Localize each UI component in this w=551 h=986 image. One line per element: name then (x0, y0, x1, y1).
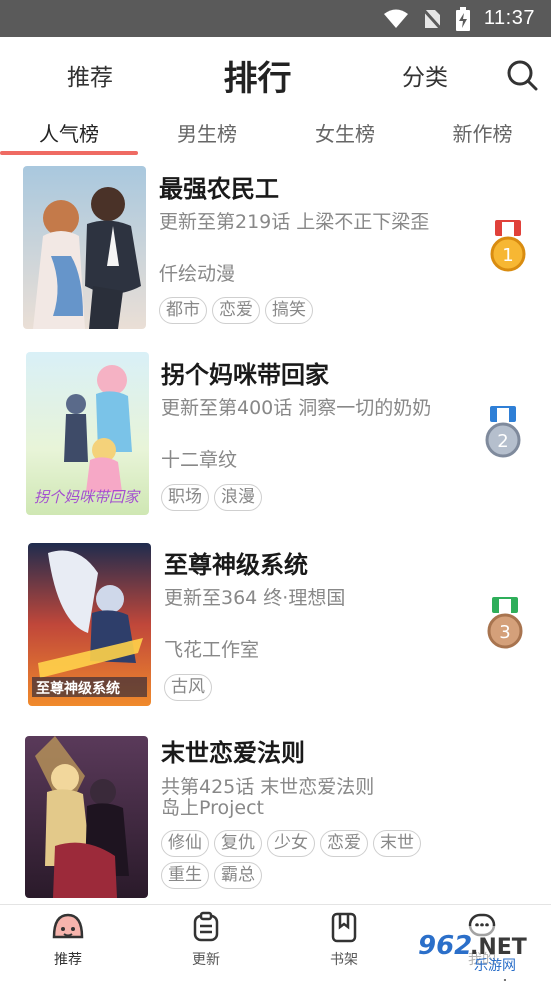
tag-list: 古风 (164, 674, 454, 701)
comic-cover[interactable]: 至尊神级系统 (28, 543, 151, 706)
nav-ranking[interactable]: 排行 (210, 37, 305, 113)
tab-new[interactable]: 新作榜 (414, 113, 551, 151)
svg-text:3: 3 (499, 622, 510, 643)
svg-text:1: 1 (502, 245, 513, 266)
tag[interactable]: 修仙 (161, 830, 209, 857)
bottom-tab-label: 书架 (330, 952, 358, 968)
update-status: 更新至第219话 上梁不正下梁歪 (159, 211, 430, 233)
author-name: 岛上Project (161, 797, 265, 819)
author-name: 仟绘动漫 (159, 263, 236, 285)
battery-charging-icon (455, 6, 470, 31)
tag[interactable]: 都市 (159, 297, 207, 324)
gold-medal-icon: 1 (488, 220, 528, 276)
nav-recommend[interactable]: 推荐 (50, 37, 130, 113)
comic-title: 至尊神级系统 (164, 551, 308, 579)
tag[interactable]: 职场 (161, 484, 209, 511)
list-item[interactable]: 拐个妈咪带回家 拐个妈咪带回家 更新至第400话 洞察一切的奶奶 十二章纹 职场… (0, 344, 551, 531)
tag[interactable]: 恋爱 (212, 297, 260, 324)
tag[interactable]: 重生 (161, 862, 209, 889)
bottom-tab-label: 更新 (192, 952, 220, 968)
svg-text:962: 962 (418, 931, 472, 961)
active-tab-indicator (0, 151, 138, 155)
ranking-tabs: 人气榜 男生榜 女生榜 新作榜 (0, 113, 551, 157)
list-item[interactable]: 至尊神级系统 至尊神级系统 更新至364 终·理想国 飞花工作室 古风 3 (0, 531, 551, 718)
comic-cover[interactable] (23, 166, 146, 329)
svg-text:拐个妈咪带回家: 拐个妈咪带回家 (34, 488, 141, 506)
tab-female[interactable]: 女生榜 (276, 113, 414, 151)
tab-popular[interactable]: 人气榜 (0, 113, 138, 151)
tag[interactable]: 霸总 (214, 862, 262, 889)
tag[interactable]: 少女 (267, 830, 315, 857)
bottom-tab-updates[interactable]: 更新 (166, 911, 246, 977)
bottom-tab-recommend[interactable]: 推荐 (28, 911, 108, 977)
author-name: 十二章纹 (161, 449, 238, 471)
tag-list: 职场 浪漫 (161, 484, 451, 511)
list-update-icon (190, 911, 222, 947)
status-bar: 11:37 (0, 0, 551, 37)
tag[interactable]: 浪漫 (214, 484, 262, 511)
comic-title: 拐个妈咪带回家 (161, 361, 329, 389)
list-item[interactable]: 最强农民工 更新至第219话 上梁不正下梁歪 仟绘动漫 都市 恋爱 搞笑 1 (0, 157, 551, 344)
home-face-icon (50, 911, 86, 947)
comic-title: 末世恋爱法则 (161, 739, 305, 767)
tag-list: 修仙 复仇 少女 恋爱 末世 重生 霸总 (161, 830, 451, 889)
tag-list: 都市 恋爱 搞笑 (159, 297, 449, 324)
tag[interactable]: 恋爱 (320, 830, 368, 857)
search-icon[interactable] (500, 37, 544, 113)
svg-text:.NET: .NET (470, 935, 527, 960)
clock-time: 11:37 (483, 7, 535, 29)
bronze-medal-icon: 3 (485, 597, 525, 653)
update-status: 更新至364 终·理想国 (164, 587, 346, 609)
update-status: 更新至第400话 洞察一切的奶奶 (161, 397, 432, 419)
wifi-icon (383, 9, 408, 29)
tag[interactable]: 末世 (373, 830, 421, 857)
svg-text:乐游网: 乐游网 (474, 958, 516, 974)
bookmark-book-icon (328, 911, 360, 947)
site-watermark-logo: 962 .NET 乐游网 (412, 924, 547, 974)
comic-title: 最强农民工 (159, 175, 279, 203)
silver-medal-icon: 2 (483, 406, 523, 462)
bottom-tab-bookshelf[interactable]: 书架 (304, 911, 384, 977)
svg-text:至尊神级系统: 至尊神级系统 (36, 680, 120, 697)
list-item[interactable]: 末世恋爱法则 共第425话 末世恋爱法则 岛上Project 修仙 复仇 少女 … (0, 718, 551, 986)
tag[interactable]: 古风 (164, 674, 212, 701)
bottom-tab-label: 推荐 (54, 952, 82, 968)
svg-text:2: 2 (497, 431, 508, 452)
tag[interactable]: 搞笑 (265, 297, 313, 324)
tag[interactable]: 复仇 (214, 830, 262, 857)
no-sim-icon (421, 7, 442, 30)
top-navigation: 推荐 排行 分类 (0, 37, 551, 113)
author-name: 飞花工作室 (164, 639, 260, 661)
nav-category[interactable]: 分类 (385, 37, 465, 113)
tab-male[interactable]: 男生榜 (138, 113, 276, 151)
comic-cover[interactable] (25, 736, 148, 898)
comic-cover[interactable]: 拐个妈咪带回家 (26, 352, 149, 515)
